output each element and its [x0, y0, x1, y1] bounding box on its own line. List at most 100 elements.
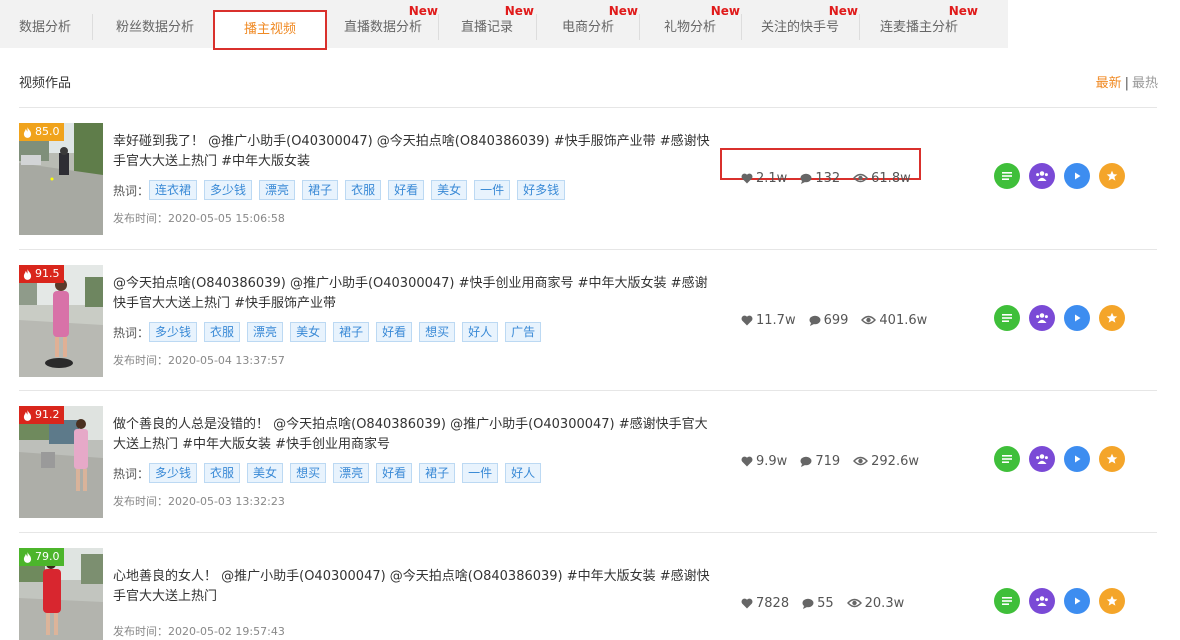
tab-live-records[interactable]: 直播记录 New: [440, 0, 534, 48]
sort-hot-link[interactable]: 最热: [1132, 76, 1158, 91]
hot-word-tag[interactable]: 广告: [505, 322, 542, 342]
hot-word-tag[interactable]: 连衣裙: [149, 180, 198, 200]
hot-word-tag[interactable]: 衣服: [345, 180, 382, 200]
hot-word-tag[interactable]: 美女: [247, 463, 284, 483]
video-stats: 11.7w 699 401.6w: [741, 310, 940, 330]
hot-word-tag[interactable]: 想买: [290, 463, 327, 483]
video-row: 79.0 心地善良的女人！ @推广小助手(O40300047) @今天拍点啥(O…: [19, 533, 1157, 640]
video-thumbnail[interactable]: 91.5: [19, 265, 103, 377]
hot-word-tag[interactable]: 美女: [431, 180, 468, 200]
play-button[interactable]: [1064, 305, 1090, 331]
hot-word-tag[interactable]: 衣服: [204, 463, 241, 483]
row-actions: [994, 163, 1125, 189]
detail-button[interactable]: [994, 446, 1020, 472]
likes-count: 11.7w: [756, 312, 796, 328]
play-icon: [1075, 455, 1081, 463]
tab-ecommerce-analysis[interactable]: 电商分析 New: [538, 0, 638, 48]
section-title: 视频作品: [19, 76, 72, 91]
audience-button[interactable]: [1029, 588, 1055, 614]
hot-word-tag[interactable]: 多少钱: [149, 463, 198, 483]
publish-time-value: 2020-05-05 15:06:58: [168, 212, 285, 225]
play-button[interactable]: [1064, 163, 1090, 189]
detail-button[interactable]: [994, 305, 1020, 331]
hot-word-tag[interactable]: 漂亮: [259, 180, 296, 200]
score-value: 79.0: [35, 550, 60, 563]
video-title[interactable]: 心地善良的女人！ @推广小助手(O40300047) @今天拍点啥(O84038…: [113, 567, 713, 607]
hot-word-tag[interactable]: 多少钱: [149, 322, 198, 342]
video-thumbnail[interactable]: 91.2: [19, 406, 103, 518]
flame-icon: [23, 409, 32, 421]
heart-icon: [741, 598, 753, 608]
audience-button[interactable]: [1029, 446, 1055, 472]
likes-count: 2.1w: [756, 170, 788, 186]
comment-icon: [800, 456, 812, 467]
hot-word-tag[interactable]: 美女: [290, 322, 327, 342]
play-button[interactable]: [1064, 446, 1090, 472]
comments-count: 699: [823, 312, 849, 328]
tab-co-streamer-analysis[interactable]: 连麦播主分析 New: [860, 0, 978, 48]
comment-icon: [800, 173, 812, 184]
hot-word-tag[interactable]: 一件: [462, 463, 499, 483]
heart-icon: [741, 315, 753, 325]
views-stat: 20.3w: [846, 596, 904, 611]
tab-creator-videos[interactable]: 播主视频: [213, 10, 327, 50]
audience-button[interactable]: [1029, 305, 1055, 331]
video-thumbnail[interactable]: 79.0: [19, 548, 103, 640]
hot-word-tag[interactable]: 衣服: [204, 322, 241, 342]
hot-word-tag[interactable]: 漂亮: [333, 463, 370, 483]
hot-word-tag[interactable]: 裙子: [419, 463, 456, 483]
tab-label: 粉丝数据分析: [115, 20, 194, 35]
hot-word-tag[interactable]: 好人: [462, 322, 499, 342]
tab-live-data-analysis[interactable]: 直播数据分析 New: [328, 0, 438, 48]
comments-count: 719: [815, 453, 841, 469]
video-title[interactable]: 幸好碰到我了！ @推广小助手(O40300047) @今天拍点啥(O840386…: [113, 132, 713, 172]
play-button[interactable]: [1064, 588, 1090, 614]
hot-words-label: 热词：: [113, 183, 150, 198]
tab-separator: [92, 14, 93, 40]
favorite-button[interactable]: [1099, 305, 1125, 331]
hot-words: 热词： 连衣裙 多少钱 漂亮 裙子 衣服 好看 美女 一件 好多钱: [113, 180, 572, 200]
favorite-button[interactable]: [1099, 588, 1125, 614]
publish-time: 发布时间：2020-05-04 13:37:57: [113, 352, 285, 368]
tab-separator: [741, 14, 742, 40]
tab-fans-analysis[interactable]: 粉丝数据分析: [95, 0, 215, 48]
likes-stat: 7828: [741, 596, 789, 611]
sort-toggle: 最新 | 最热: [1096, 72, 1158, 91]
row-actions: [994, 588, 1125, 614]
hot-word-tag[interactable]: 裙子: [302, 180, 339, 200]
row-actions: [994, 305, 1125, 331]
hot-words: 热词： 多少钱 衣服 漂亮 美女 裙子 好看 想买 好人 广告: [113, 322, 548, 342]
play-icon: [1075, 314, 1081, 322]
hot-word-tag[interactable]: 多少钱: [204, 180, 253, 200]
tab-data-analysis[interactable]: 数据分析: [0, 0, 90, 48]
hot-word-tag[interactable]: 裙子: [333, 322, 370, 342]
tab-gift-analysis[interactable]: 礼物分析 New: [640, 0, 740, 48]
publish-time: 发布时间：2020-05-02 19:57:43: [113, 623, 285, 639]
hot-word-tag[interactable]: 一件: [474, 180, 511, 200]
video-title[interactable]: 做个善良的人总是没错的！ @今天拍点啥(O840386039) @推广小助手(O…: [113, 415, 713, 455]
comment-icon: [802, 598, 814, 609]
star-icon: [1106, 595, 1118, 606]
hot-word-tag[interactable]: 好多钱: [517, 180, 566, 200]
audience-button[interactable]: [1029, 163, 1055, 189]
detail-button[interactable]: [994, 163, 1020, 189]
video-title[interactable]: @今天拍点啥(O840386039) @推广小助手(O40300047) #快手…: [113, 274, 713, 314]
detail-button[interactable]: [994, 588, 1020, 614]
score-badge: 91.2: [19, 406, 64, 424]
publish-time-value: 2020-05-03 13:32:23: [168, 495, 285, 508]
sort-latest-link[interactable]: 最新: [1096, 76, 1122, 91]
hot-word-tag[interactable]: 好看: [388, 180, 425, 200]
heart-icon: [741, 173, 753, 183]
comments-count: 55: [817, 595, 834, 611]
hot-word-tag[interactable]: 好看: [376, 463, 413, 483]
video-thumbnail[interactable]: 85.0: [19, 123, 103, 235]
play-icon: [1075, 597, 1081, 605]
favorite-button[interactable]: [1099, 446, 1125, 472]
hot-word-tag[interactable]: 漂亮: [247, 322, 284, 342]
favorite-button[interactable]: [1099, 163, 1125, 189]
hot-word-tag[interactable]: 好看: [376, 322, 413, 342]
row-actions: [994, 446, 1125, 472]
tab-followed-accounts[interactable]: 关注的快手号 New: [742, 0, 858, 48]
hot-word-tag[interactable]: 好人: [505, 463, 542, 483]
hot-word-tag[interactable]: 想买: [419, 322, 456, 342]
